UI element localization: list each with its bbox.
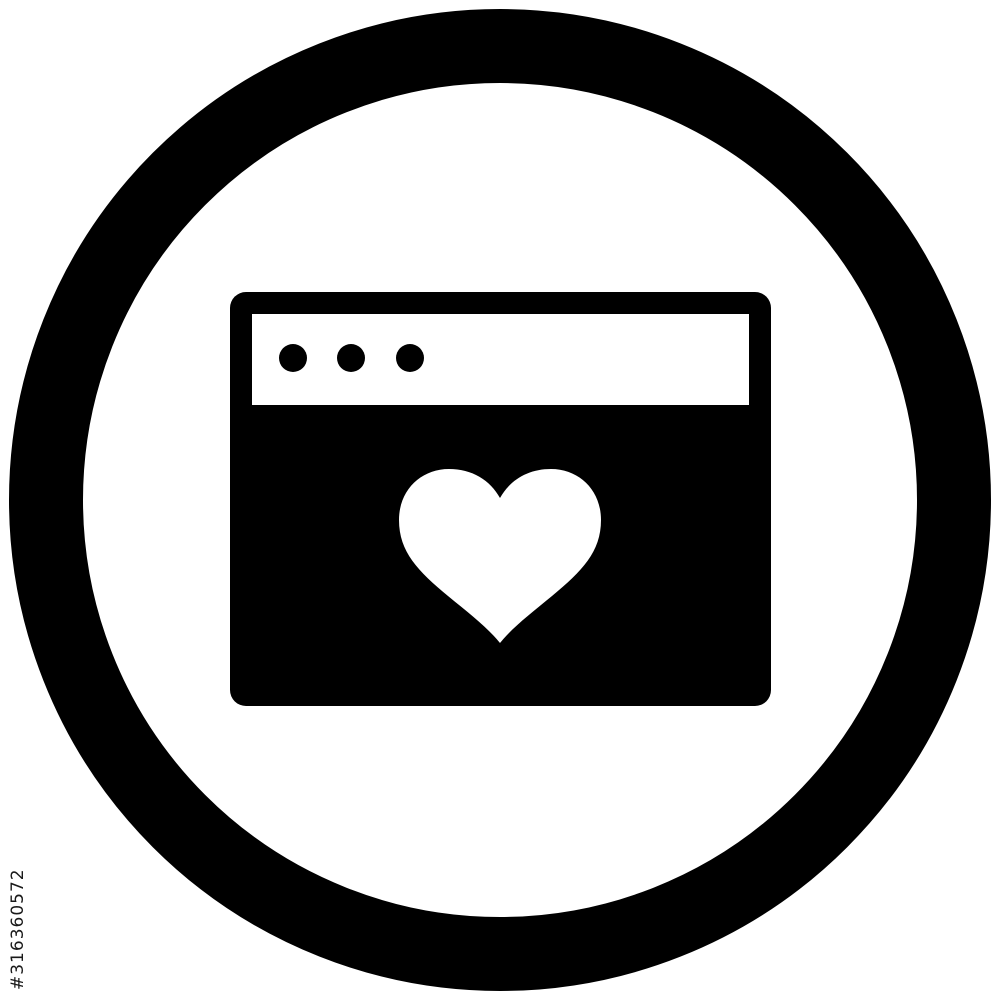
browser-dot-icon [396,344,424,372]
icon-canvas: #316360572 [0,0,1000,1000]
browser-heart-icon [9,9,991,991]
browser-dot-icon [279,344,307,372]
browser-title-bar [252,314,749,405]
browser-dot-icon [337,344,365,372]
